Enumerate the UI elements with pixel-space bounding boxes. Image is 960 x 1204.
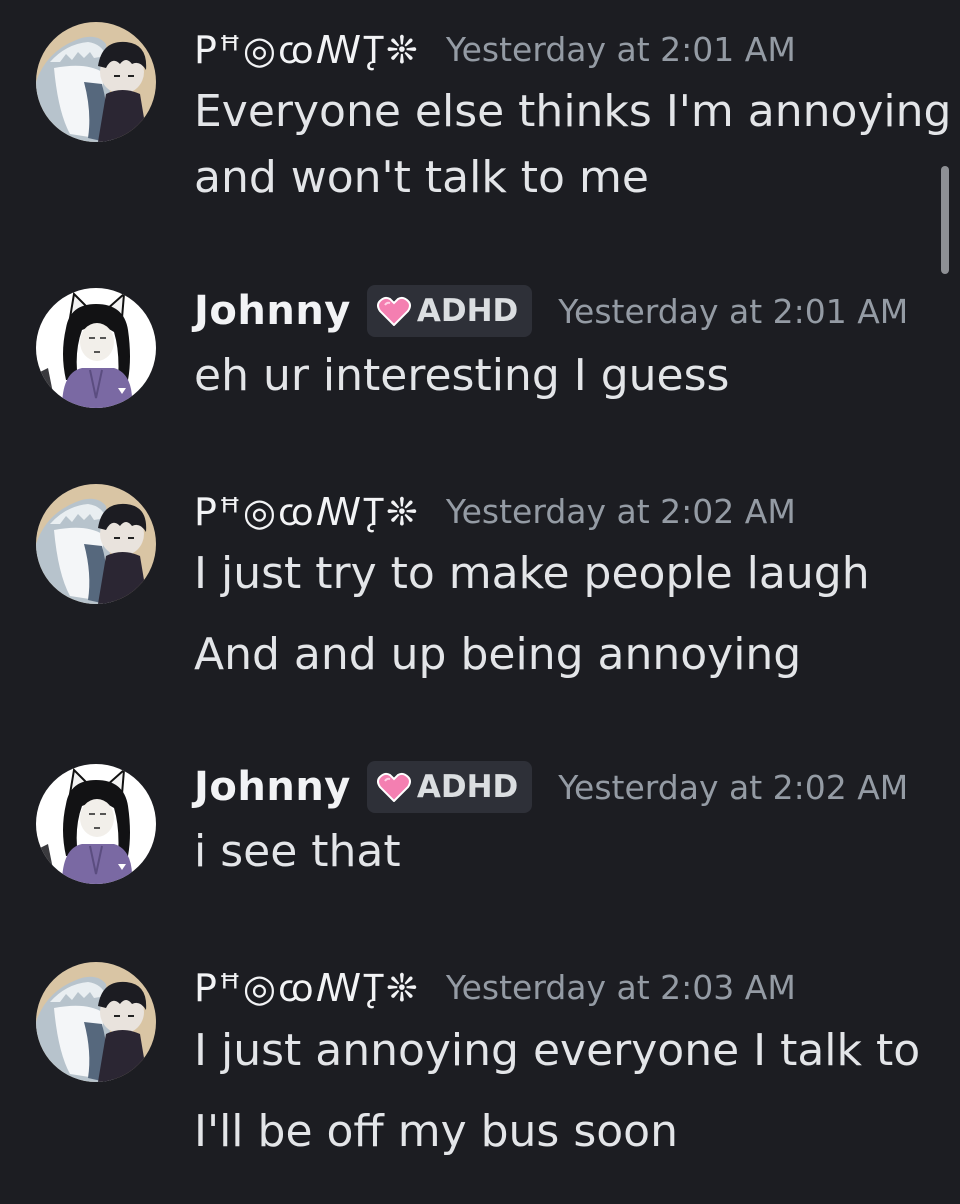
message-line: I'll be off my bus soon bbox=[194, 1106, 678, 1157]
timestamp: Yesterday at 2:01 AM bbox=[558, 291, 909, 331]
timestamp: Yesterday at 2:02 AM bbox=[445, 491, 796, 531]
username[interactable]: ꓑꟸ◎ꭃꟿꚐ❊ bbox=[194, 961, 420, 1013]
username[interactable]: Johnny bbox=[194, 288, 351, 334]
pink-heart-icon bbox=[377, 772, 411, 802]
pink-heart-icon bbox=[377, 296, 411, 326]
shark-hoodie-avatar[interactable] bbox=[36, 22, 156, 142]
message-header: ꓑꟸ◎ꭃꟿꚐ❊ Yesterday at 2:02 AM bbox=[194, 486, 796, 536]
message-line: and won't talk to me bbox=[194, 152, 649, 203]
message-header: Johnny ADHD Yesterday at 2:01 AM bbox=[194, 284, 908, 338]
role-tag[interactable]: ADHD bbox=[366, 285, 533, 337]
timestamp: Yesterday at 2:03 AM bbox=[445, 967, 796, 1007]
username[interactable]: ꓑꟸ◎ꭃꟿꚐ❊ bbox=[194, 23, 420, 75]
shark-hoodie-avatar[interactable] bbox=[36, 484, 156, 604]
message-line: i see that bbox=[194, 826, 401, 877]
message-line: eh ur interesting I guess bbox=[194, 350, 730, 401]
cat-ear-girl-avatar[interactable] bbox=[36, 288, 156, 408]
username[interactable]: ꓑꟸ◎ꭃꟿꚐ❊ bbox=[194, 485, 420, 537]
message-header: Johnny ADHD Yesterday at 2:02 AM bbox=[194, 760, 908, 814]
message-line: I just annoying everyone I talk to bbox=[194, 1025, 921, 1076]
role-tag-label: ADHD bbox=[416, 293, 519, 329]
timestamp: Yesterday at 2:02 AM bbox=[558, 767, 909, 807]
message-line: And and up being annoying bbox=[194, 629, 802, 680]
role-tag[interactable]: ADHD bbox=[366, 761, 533, 813]
message-line: Everyone else thinks I'm annoying bbox=[194, 86, 952, 137]
cat-ear-girl-avatar[interactable] bbox=[36, 764, 156, 884]
scrollbar-thumb[interactable] bbox=[941, 166, 949, 274]
message-line: I just try to make people laugh bbox=[194, 548, 870, 599]
shark-hoodie-avatar[interactable] bbox=[36, 962, 156, 1082]
username[interactable]: Johnny bbox=[194, 764, 351, 810]
role-tag-label: ADHD bbox=[416, 769, 519, 805]
timestamp: Yesterday at 2:01 AM bbox=[445, 29, 796, 69]
message-header: ꓑꟸ◎ꭃꟿꚐ❊ Yesterday at 2:01 AM bbox=[194, 24, 796, 74]
message-header: ꓑꟸ◎ꭃꟿꚐ❊ Yesterday at 2:03 AM bbox=[194, 962, 796, 1012]
